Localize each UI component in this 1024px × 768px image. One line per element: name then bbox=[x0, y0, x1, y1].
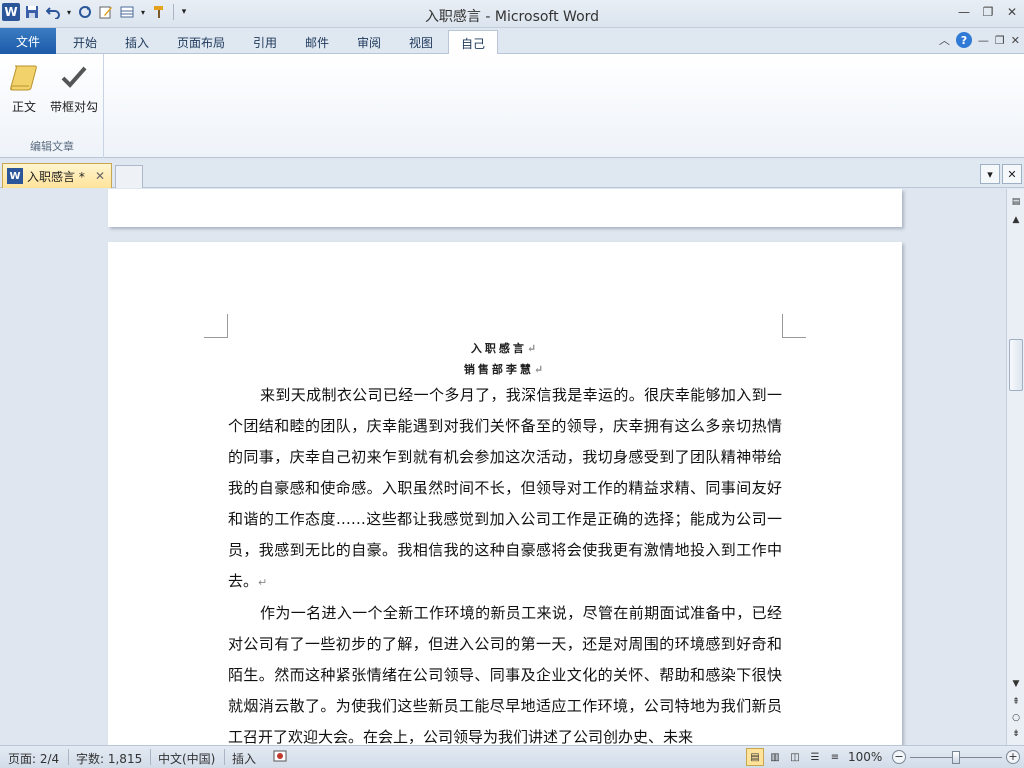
tab-view[interactable]: 视图 bbox=[396, 30, 446, 54]
boxed-check-label: 带框对勾 bbox=[50, 100, 99, 114]
restore-icon[interactable]: ❐ bbox=[976, 0, 1000, 24]
tab-review[interactable]: 审阅 bbox=[344, 30, 394, 54]
minimize-icon[interactable]: — bbox=[952, 0, 976, 24]
boxed-check-button[interactable]: 带框对勾 bbox=[50, 60, 98, 115]
tab-references[interactable]: 引用 bbox=[240, 30, 290, 54]
page-count[interactable]: 页面: 2/4 bbox=[8, 750, 59, 767]
body-text-label: 正文 bbox=[11, 100, 36, 114]
title-bar: W ▾ ▾ ▾ 入职感言 - Microsoft Word — ❐ ✕ bbox=[0, 0, 1024, 28]
select-browse-object-icon[interactable]: ○ bbox=[1009, 711, 1023, 725]
vertical-scrollbar[interactable]: ▤ ▲ ▼ ⇞ ○ ⇟ bbox=[1006, 189, 1024, 745]
view-buttons: ▤ ▥ ◫ ☰ ≡ bbox=[746, 748, 844, 766]
zoom-out-icon[interactable]: − bbox=[892, 750, 906, 764]
paragraph-1: 来到天成制衣公司已经一个多月了，我深信我是幸运的。很庆幸能够加入到一个团结和睦的… bbox=[228, 386, 782, 590]
outline-view-icon[interactable]: ☰ bbox=[806, 748, 824, 766]
word-doc-icon: W bbox=[7, 168, 23, 184]
language-indicator[interactable]: 中文(中国) bbox=[158, 750, 215, 767]
status-separator bbox=[150, 749, 151, 765]
status-separator bbox=[224, 749, 225, 765]
close-tab-icon[interactable]: ✕ bbox=[95, 169, 105, 183]
collapse-ribbon-icon[interactable]: ︿ bbox=[939, 32, 950, 48]
tab-custom[interactable]: 自己 bbox=[448, 30, 498, 55]
draft-view-icon[interactable]: ≡ bbox=[826, 748, 844, 766]
web-layout-view-icon[interactable]: ◫ bbox=[786, 748, 804, 766]
zoom-slider[interactable]: − + bbox=[892, 750, 1020, 766]
zoom-slider-knob[interactable] bbox=[952, 751, 960, 764]
crop-mark-top-left bbox=[204, 314, 228, 338]
document-title: 入职感言↵ bbox=[470, 342, 540, 355]
macro-record-icon[interactable] bbox=[273, 749, 287, 766]
window-title: 入职感言 - Microsoft Word bbox=[424, 9, 600, 25]
ruler-toggle-icon[interactable]: ▤ bbox=[1009, 195, 1023, 209]
previous-page bbox=[108, 189, 902, 227]
tab-page-layout[interactable]: 页面布局 bbox=[166, 30, 236, 54]
ribbon-group-edit: 正文 带框对勾 编辑文章 bbox=[0, 54, 104, 158]
help-icon[interactable]: ? bbox=[955, 32, 972, 48]
document-tab-label: 入职感言 * bbox=[27, 169, 85, 184]
document-tab-strip: W 入职感言 * ✕ ▾ ✕ bbox=[0, 160, 1024, 188]
ribbon-tabs: 文件 开始 插入 页面布局 引用 邮件 审阅 视图 自己 ︿ ? — ❐ ✕ bbox=[0, 28, 1024, 55]
tab-home[interactable]: 开始 bbox=[60, 30, 110, 54]
next-page-icon[interactable]: ⇟ bbox=[1009, 727, 1023, 741]
doc-close-icon[interactable]: ✕ bbox=[1011, 34, 1020, 47]
ribbon: 正文 带框对勾 编辑文章 bbox=[0, 54, 1024, 158]
ribbon-right-controls: ︿ ? — ❐ ✕ bbox=[939, 32, 1020, 48]
tab-file[interactable]: 文件 bbox=[0, 28, 56, 54]
scroll-icon bbox=[8, 60, 40, 94]
full-screen-reading-view-icon[interactable]: ▥ bbox=[766, 748, 784, 766]
insert-mode-indicator[interactable]: 插入 bbox=[232, 750, 256, 767]
word-count[interactable]: 字数: 1,815 bbox=[76, 750, 142, 767]
close-document-icon[interactable]: ✕ bbox=[1002, 164, 1022, 184]
scroll-thumb[interactable] bbox=[1009, 339, 1023, 391]
scroll-down-icon[interactable]: ▼ bbox=[1009, 677, 1023, 691]
status-bar: 页面: 2/4 字数: 1,815 中文(中国) 插入 ▤ ▥ ◫ ☰ ≡ 10… bbox=[0, 745, 1024, 768]
crop-mark-top-right bbox=[782, 314, 806, 338]
print-layout-view-icon[interactable]: ▤ bbox=[746, 748, 764, 766]
document-author: 销售部李慧↵ bbox=[463, 363, 547, 376]
scroll-up-icon[interactable]: ▲ bbox=[1009, 213, 1023, 227]
status-separator bbox=[68, 749, 69, 765]
previous-page-icon[interactable]: ⇞ bbox=[1009, 695, 1023, 709]
document-page[interactable]: 入职感言↵ 销售部李慧↵ 来到天成制衣公司已经一个多月了，我深信我是幸运的。很庆… bbox=[108, 242, 902, 745]
doc-minimize-icon[interactable]: — bbox=[978, 34, 989, 47]
tab-insert[interactable]: 插入 bbox=[112, 30, 162, 54]
document-area[interactable]: 入职感言↵ 销售部李慧↵ 来到天成制衣公司已经一个多月了，我深信我是幸运的。很庆… bbox=[0, 189, 1006, 745]
zoom-in-icon[interactable]: + bbox=[1006, 750, 1020, 764]
body-text-button[interactable]: 正文 bbox=[4, 60, 44, 115]
zoom-level[interactable]: 100% bbox=[848, 750, 882, 764]
checkmark-icon bbox=[58, 60, 90, 94]
tab-strip-controls: ▾ ✕ bbox=[980, 164, 1022, 184]
window-controls: — ❐ ✕ bbox=[952, 0, 1024, 24]
group-label: 编辑文章 bbox=[30, 140, 74, 153]
doc-restore-icon[interactable]: ❐ bbox=[995, 34, 1005, 47]
tab-mailings[interactable]: 邮件 bbox=[292, 30, 342, 54]
document-tab[interactable]: W 入职感言 * ✕ bbox=[2, 163, 112, 188]
tab-list-dropdown-icon[interactable]: ▾ bbox=[980, 164, 1000, 184]
paragraph-2: 作为一名进入一个全新工作环境的新员工来说，尽管在前期面试准备中，已经对公司有了一… bbox=[228, 604, 782, 745]
new-tab-button[interactable] bbox=[115, 165, 143, 188]
close-icon[interactable]: ✕ bbox=[1000, 0, 1024, 24]
